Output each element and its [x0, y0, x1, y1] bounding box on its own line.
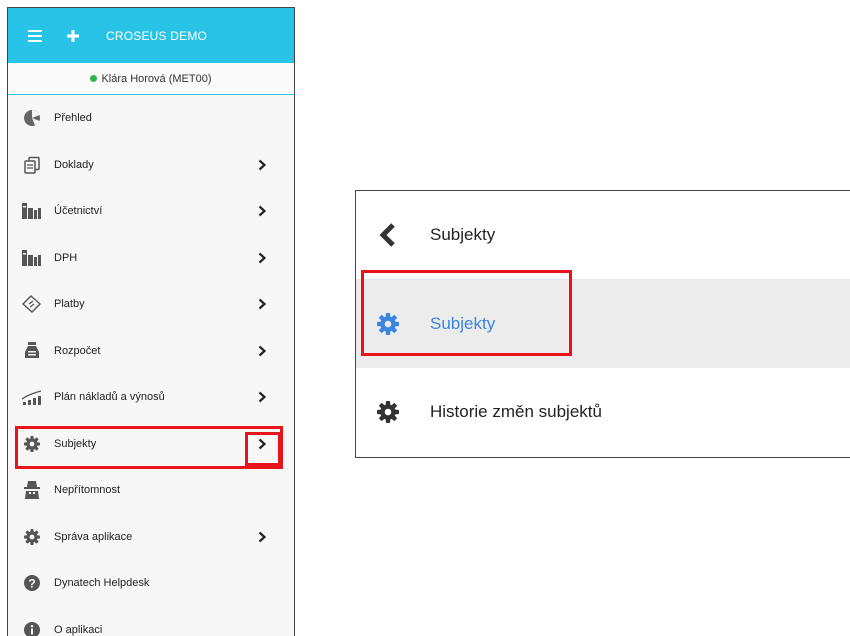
top-bar: CROSEUS DEMO [8, 8, 294, 63]
chevron-right-icon[interactable] [258, 206, 266, 217]
sidebar-item-rozpocet[interactable]: Rozpočet [8, 328, 294, 375]
submenu-item-historie[interactable]: Historie změn subjektů [356, 368, 850, 456]
gear-icon [20, 529, 44, 545]
sidebar-item-doklady[interactable]: Doklady [8, 142, 294, 189]
sidebar-item-label: O aplikaci [54, 624, 102, 636]
incognito-icon [20, 481, 44, 499]
svg-text:?: ? [28, 577, 35, 591]
submenu-item-label: Subjekty [430, 314, 495, 334]
submenu-title: Subjekty [430, 225, 495, 245]
sidebar-item-label: Správa aplikace [54, 531, 132, 543]
chevron-right-icon[interactable] [258, 345, 266, 356]
hamburger-menu-icon[interactable] [8, 30, 62, 42]
sidebar-panel: CROSEUS DEMO Klára Horová (MET00) Přehle… [7, 7, 295, 636]
sidebar-menu: Přehled Doklady Účetnictví DPH [8, 95, 294, 636]
books-icon [20, 250, 44, 266]
sidebar-item-label: Doklady [54, 159, 94, 171]
sidebar-item-plan-nakladu[interactable]: Plán nákladů a výnosů [8, 374, 294, 421]
user-name: Klára Horová (MET00) [101, 73, 211, 85]
sidebar-item-label: Přehled [54, 112, 92, 124]
sidebar-item-ucetnictvi[interactable]: Účetnictví [8, 188, 294, 235]
sidebar-item-platby[interactable]: Platby [8, 281, 294, 328]
sidebar-item-nepritomnost[interactable]: Nepřítomnost [8, 467, 294, 514]
documents-icon [20, 156, 44, 174]
gear-icon [374, 401, 402, 423]
gear-icon [20, 436, 44, 452]
sidebar-item-sprava-aplikace[interactable]: Správa aplikace [8, 514, 294, 561]
sidebar-item-label: Rozpočet [54, 345, 100, 357]
sidebar-item-o-aplikaci[interactable]: O aplikaci [8, 607, 294, 636]
books-icon [20, 203, 44, 219]
online-status-icon [90, 75, 97, 82]
sidebar-item-label: Subjekty [54, 438, 96, 450]
sidebar-item-dph[interactable]: DPH [8, 235, 294, 282]
chevron-right-icon[interactable] [258, 438, 266, 449]
sidebar-item-subjekty[interactable]: Subjekty [8, 421, 294, 468]
add-icon[interactable] [62, 30, 84, 42]
sidebar-item-helpdesk[interactable]: ? Dynatech Helpdesk [8, 560, 294, 607]
sidebar-item-label: Nepřítomnost [54, 484, 120, 496]
sidebar-item-label: Platby [54, 298, 85, 310]
chevron-right-icon[interactable] [258, 159, 266, 170]
chevron-right-icon[interactable] [258, 531, 266, 542]
submenu-item-label: Historie změn subjektů [430, 402, 602, 422]
app-brand[interactable]: CROSEUS DEMO [106, 29, 207, 43]
sidebar-item-label: Účetnictví [54, 205, 102, 217]
user-status[interactable]: Klára Horová (MET00) [8, 63, 294, 95]
chevron-right-icon[interactable] [258, 299, 266, 310]
submenu-panel: Subjekty Subjekty Historie změn subjektů [355, 190, 850, 458]
question-icon: ? [20, 575, 44, 591]
info-icon [20, 622, 44, 636]
chevron-right-icon[interactable] [258, 252, 266, 263]
gear-icon [374, 313, 402, 335]
sidebar-item-label: DPH [54, 252, 77, 264]
payment-icon [20, 295, 44, 313]
sidebar-item-prehled[interactable]: Přehled [8, 95, 294, 142]
submenu-header: Subjekty [356, 191, 850, 280]
back-arrow-icon[interactable] [374, 223, 402, 247]
chart-growth-icon [20, 389, 44, 405]
pie-chart-icon [20, 109, 44, 127]
sidebar-item-label: Dynatech Helpdesk [54, 577, 149, 589]
chevron-right-icon[interactable] [258, 392, 266, 403]
money-bag-icon [20, 342, 44, 360]
sidebar-item-label: Plán nákladů a výnosů [54, 391, 165, 403]
submenu-item-subjekty[interactable]: Subjekty [356, 280, 850, 368]
